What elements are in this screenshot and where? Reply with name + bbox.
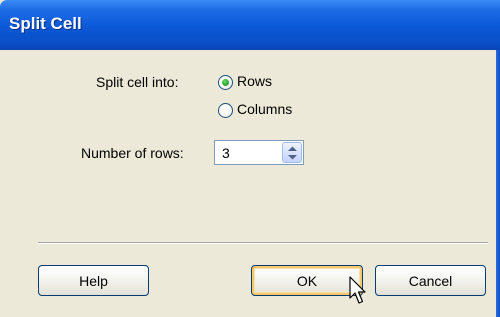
cancel-button[interactable]: Cancel [375,265,486,296]
mouse-pointer-icon [349,276,366,304]
radio-columns-button[interactable] [218,103,233,118]
split-cell-dialog: Split Cell Split cell into: Rows Columns… [0,0,500,317]
radio-rows-button[interactable] [218,75,233,90]
radio-rows-label[interactable]: Rows [237,73,272,89]
split-into-label: Split cell into: [96,74,179,90]
radio-columns-label[interactable]: Columns [237,101,292,117]
help-button[interactable]: Help [38,265,149,296]
window-border [496,50,500,317]
rows-stepper[interactable]: 3 [214,140,304,165]
up-down-arrows-icon[interactable] [286,144,299,162]
number-of-rows-label: Number of rows: [81,145,184,161]
stepper-arrows[interactable] [282,142,302,163]
ok-button[interactable]: OK [251,265,363,296]
dialog-title: Split Cell [9,14,82,33]
separator [38,242,488,244]
radio-selected-dot [222,79,229,86]
title-bar[interactable]: Split Cell [0,0,500,50]
rows-stepper-value[interactable]: 3 [222,145,230,161]
